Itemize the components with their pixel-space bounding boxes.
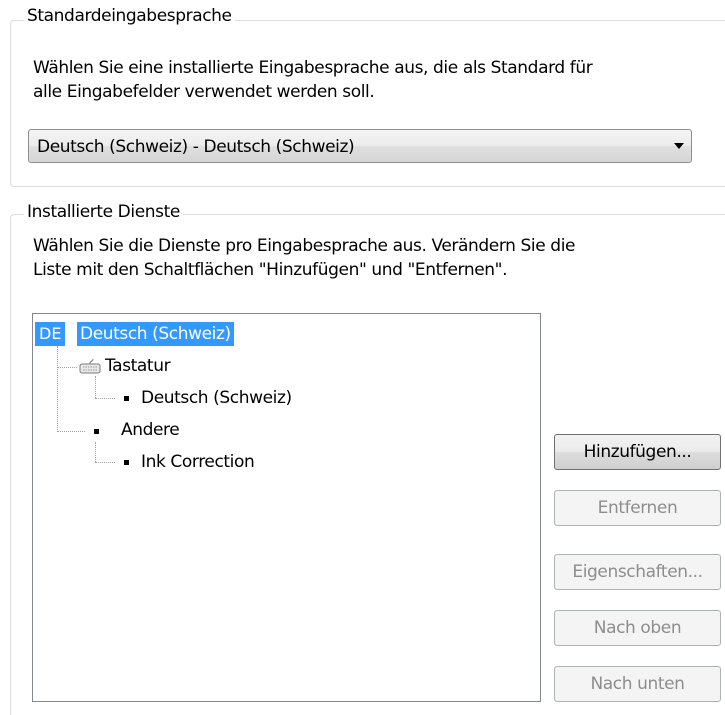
move-up-button[interactable]: Nach oben <box>554 610 721 646</box>
default-language-value: Deutsch (Schweiz) - Deutsch (Schweiz) <box>37 137 355 157</box>
installed-services-description-line1: Wählen Sie die Dienste pro Eingabesprach… <box>33 236 576 256</box>
tree-connector-line <box>95 442 96 462</box>
tree-node-keyboard[interactable]: Tastatur <box>105 354 171 378</box>
tree-node-ink-correction[interactable]: Ink Correction <box>141 450 255 474</box>
tree-node-other[interactable]: Andere <box>121 418 180 442</box>
tree-connector-line <box>95 398 115 399</box>
tree-connector-line <box>95 462 115 463</box>
dropdown-arrow-icon <box>674 143 684 149</box>
tree-bullet-icon <box>94 429 99 434</box>
tree-bullet-icon <box>124 460 129 465</box>
standard-language-description-line2: alle Eingabefelder verwendet werden soll… <box>33 82 375 102</box>
services-tree[interactable]: DE Deutsch (Schweiz) Tastatur Deutsch (S… <box>32 313 541 702</box>
add-button[interactable]: Hinzufügen... <box>554 434 721 470</box>
remove-button[interactable]: Entfernen <box>554 490 721 526</box>
tree-connector-line <box>95 376 96 398</box>
default-language-dropdown[interactable]: Deutsch (Schweiz) - Deutsch (Schweiz) <box>28 129 692 163</box>
installed-services-group-label: Installierte Dienste <box>24 202 183 222</box>
standard-language-group-label: Standardeingabesprache <box>24 6 235 26</box>
tree-connector-line <box>57 346 58 432</box>
installed-services-description: Wählen Sie die Dienste pro Eingabesprach… <box>33 234 713 282</box>
standard-language-description: Wählen Sie eine installierte Eingabespra… <box>33 56 713 104</box>
tree-connector-line <box>57 431 85 432</box>
tree-bullet-icon <box>124 396 129 401</box>
properties-button[interactable]: Eigenschaften... <box>554 554 721 590</box>
keyboard-icon <box>79 358 101 374</box>
move-down-button[interactable]: Nach unten <box>554 666 721 702</box>
language-badge: DE <box>35 322 66 346</box>
tree-node-keyboard-layout[interactable]: Deutsch (Schweiz) <box>141 386 292 410</box>
text-services-panel: Standardeingabesprache Wählen Sie eine i… <box>0 0 725 715</box>
standard-language-description-line1: Wählen Sie eine installierte Eingabespra… <box>33 58 593 78</box>
tree-connector-line <box>57 367 77 368</box>
installed-services-description-line2: Liste mit den Schaltflächen "Hinzufügen"… <box>33 260 508 280</box>
tree-node-language[interactable]: Deutsch (Schweiz) <box>77 322 234 346</box>
